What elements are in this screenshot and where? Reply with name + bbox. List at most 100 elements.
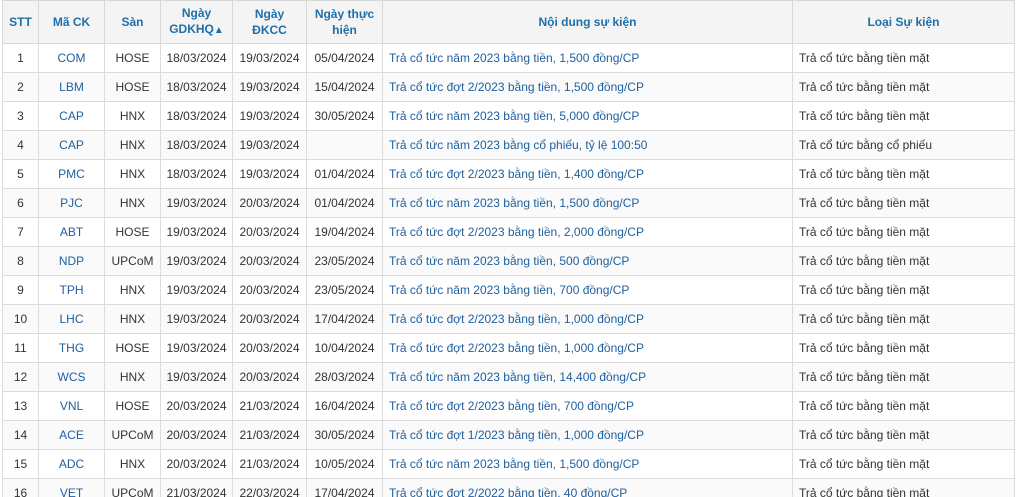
header-san[interactable]: Sàn	[104, 0, 161, 44]
event-type-cell: Trả cổ tức bằng tiền mặt	[792, 362, 1015, 392]
record-date-cell: 19/03/2024	[232, 101, 307, 131]
header-loai-su-kien[interactable]: Loại Sự kiện	[792, 0, 1015, 44]
event-type-cell: Trả cổ tức bằng tiền mặt	[792, 333, 1015, 363]
stock-code-link[interactable]: CAP	[38, 130, 105, 160]
event-type-cell: Trả cổ tức bằng tiền mặt	[792, 217, 1015, 247]
table-row: 1 COM HOSE 18/03/2024 19/03/2024 05/04/2024 Tr…	[2, 43, 1015, 73]
ex-date-cell: 19/03/2024	[160, 275, 233, 305]
ex-date-cell: 18/03/2024	[160, 72, 233, 102]
event-type-cell: Trả cổ tức bằng tiền mặt	[792, 420, 1015, 450]
stock-code-link[interactable]: COM	[38, 43, 105, 73]
stock-code-link[interactable]: VNL	[38, 391, 105, 421]
exchange-cell: HOSE	[104, 391, 161, 421]
event-content-link[interactable]: Trả cổ tức đợt 2/2023 bằng tiền, 1,400 đ…	[382, 159, 793, 189]
event-content-link[interactable]: Trả cổ tức năm 2023 bằng cổ phiếu, tỷ lệ…	[382, 130, 793, 160]
event-type-cell: Trả cổ tức bằng tiền mặt	[792, 449, 1015, 479]
table-header-row: STT Mã CK Sàn Ngày GDKHQ▲ Ngày ĐKCC Ngày…	[2, 0, 1015, 44]
stock-code-link[interactable]: THG	[38, 333, 105, 363]
ex-date-cell: 19/03/2024	[160, 333, 233, 363]
ex-date-cell: 19/03/2024	[160, 246, 233, 276]
exchange-cell: HOSE	[104, 43, 161, 73]
ex-date-cell: 19/03/2024	[160, 304, 233, 334]
stock-code-link[interactable]: WCS	[38, 362, 105, 392]
exchange-cell: HNX	[104, 449, 161, 479]
table-row: 5 PMC HNX 18/03/2024 19/03/2024 01/04/2024 Trả…	[2, 159, 1015, 189]
row-stt: 2	[2, 72, 39, 102]
stock-code-link[interactable]: NDP	[38, 246, 105, 276]
row-stt: 13	[2, 391, 39, 421]
exchange-cell: HNX	[104, 304, 161, 334]
ex-date-cell: 21/03/2024	[160, 478, 233, 497]
stock-code-link[interactable]: ACE	[38, 420, 105, 450]
stock-code-link[interactable]: PJC	[38, 188, 105, 218]
header-noi-dung[interactable]: Nội dung sự kiện	[382, 0, 793, 44]
payment-date-cell: 30/05/2024	[306, 101, 383, 131]
stock-code-link[interactable]: ABT	[38, 217, 105, 247]
stock-code-link[interactable]: TPH	[38, 275, 105, 305]
payment-date-cell: 19/04/2024	[306, 217, 383, 247]
ex-date-cell: 18/03/2024	[160, 43, 233, 73]
table-row: 11 THG HOSE 19/03/2024 20/03/2024 10/04/2024 T…	[2, 333, 1015, 363]
row-stt: 15	[2, 449, 39, 479]
event-content-link[interactable]: Trả cổ tức năm 2023 bằng tiền, 5,000 đồn…	[382, 101, 793, 131]
record-date-cell: 21/03/2024	[232, 391, 307, 421]
table-row: 7 ABT HOSE 19/03/2024 20/03/2024 19/04/2024 Tr…	[2, 217, 1015, 247]
row-stt: 8	[2, 246, 39, 276]
ex-date-cell: 19/03/2024	[160, 188, 233, 218]
record-date-cell: 20/03/2024	[232, 188, 307, 218]
event-content-link[interactable]: Trả cổ tức đợt 2/2023 bằng tiền, 1,000 đ…	[382, 304, 793, 334]
table-row: 9 TPH HNX 19/03/2024 20/03/2024 23/05/2024 Trả…	[2, 275, 1015, 305]
table-row: 8 NDP UPCoM 19/03/2024 20/03/2024 23/05/2024 T…	[2, 246, 1015, 276]
event-type-cell: Trả cổ tức bằng tiền mặt	[792, 246, 1015, 276]
header-ngay-thuc-hien[interactable]: Ngày thực hiện	[306, 0, 383, 44]
exchange-cell: HNX	[104, 159, 161, 189]
event-content-link[interactable]: Trả cổ tức đợt 1/2023 bằng tiền, 1,000 đ…	[382, 420, 793, 450]
stock-code-link[interactable]: LBM	[38, 72, 105, 102]
event-content-link[interactable]: Trả cổ tức đợt 2/2023 bằng tiền, 2,000 đ…	[382, 217, 793, 247]
stock-code-link[interactable]: LHC	[38, 304, 105, 334]
header-ngay-dkcc[interactable]: Ngày ĐKCC	[232, 0, 307, 44]
stock-code-link[interactable]: ADC	[38, 449, 105, 479]
event-content-link[interactable]: Trả cổ tức năm 2023 bằng tiền, 1,500 đồn…	[382, 43, 793, 73]
table-row: 10 LHC HNX 19/03/2024 20/03/2024 17/04/2024 Tr…	[2, 304, 1015, 334]
payment-date-cell: 28/03/2024	[306, 362, 383, 392]
payment-date-cell: 16/04/2024	[306, 391, 383, 421]
stock-code-link[interactable]: PMC	[38, 159, 105, 189]
exchange-cell: HNX	[104, 130, 161, 160]
row-stt: 11	[2, 333, 39, 363]
event-content-link[interactable]: Trả cổ tức năm 2023 bằng tiền, 1,500 đồn…	[382, 449, 793, 479]
row-stt: 5	[2, 159, 39, 189]
event-type-cell: Trả cổ tức bằng tiền mặt	[792, 43, 1015, 73]
row-stt: 1	[2, 43, 39, 73]
header-ngay-gdkhq[interactable]: Ngày GDKHQ▲	[160, 0, 233, 44]
event-content-link[interactable]: Trả cổ tức đợt 2/2023 bằng tiền, 1,000 đ…	[382, 333, 793, 363]
event-type-cell: Trả cổ tức bằng tiền mặt	[792, 275, 1015, 305]
event-content-link[interactable]: Trả cổ tức năm 2023 bằng tiền, 500 đồng/…	[382, 246, 793, 276]
header-stt[interactable]: STT	[2, 0, 39, 44]
payment-date-cell: 10/05/2024	[306, 449, 383, 479]
event-type-cell: Trả cổ tức bằng tiền mặt	[792, 188, 1015, 218]
event-type-cell: Trả cổ tức bằng tiền mặt	[792, 478, 1015, 497]
exchange-cell: UPCoM	[104, 246, 161, 276]
event-content-link[interactable]: Trả cổ tức năm 2023 bằng tiền, 14,400 đồ…	[382, 362, 793, 392]
corporate-events-table: STT Mã CK Sàn Ngày GDKHQ▲ Ngày ĐKCC Ngày…	[2, 0, 1015, 497]
ex-date-cell: 19/03/2024	[160, 217, 233, 247]
event-content-link[interactable]: Trả cổ tức năm 2023 bằng tiền, 700 đồng/…	[382, 275, 793, 305]
event-content-link[interactable]: Trả cổ tức đợt 2/2023 bằng tiền, 700 đồn…	[382, 391, 793, 421]
table-row: 2 LBM HOSE 18/03/2024 19/03/2024 15/04/2024 Tr…	[2, 72, 1015, 102]
event-type-cell: Trả cổ tức bằng tiền mặt	[792, 159, 1015, 189]
exchange-cell: HOSE	[104, 72, 161, 102]
payment-date-cell: 17/04/2024	[306, 304, 383, 334]
stock-code-link[interactable]: CAP	[38, 101, 105, 131]
header-ma-ck[interactable]: Mã CK	[38, 0, 105, 44]
event-content-link[interactable]: Trả cổ tức năm 2023 bằng tiền, 1,500 đồn…	[382, 188, 793, 218]
event-content-link[interactable]: Trả cổ tức đợt 2/2023 bằng tiền, 1,500 đ…	[382, 72, 793, 102]
row-stt: 9	[2, 275, 39, 305]
record-date-cell: 19/03/2024	[232, 159, 307, 189]
row-stt: 14	[2, 420, 39, 450]
table-row: 16 VET UPCoM 21/03/2024 22/03/2024 17/04/2024…	[2, 478, 1015, 497]
ex-date-cell: 18/03/2024	[160, 101, 233, 131]
stock-code-link[interactable]: VET	[38, 478, 105, 497]
event-content-link[interactable]: Trả cổ tức đợt 2/2022 bằng tiền, 40 đồng…	[382, 478, 793, 497]
exchange-cell: HNX	[104, 275, 161, 305]
